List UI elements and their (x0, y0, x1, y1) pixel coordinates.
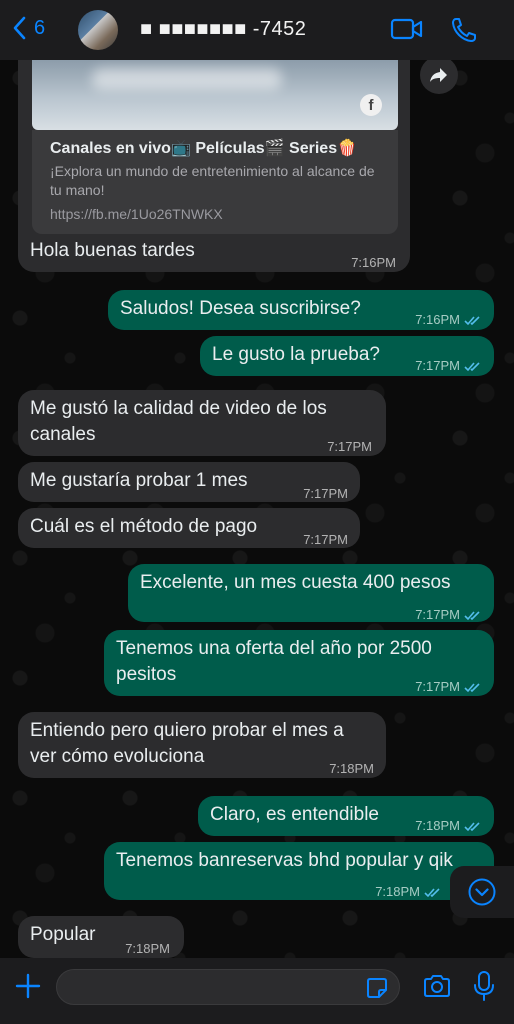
message-bubble[interactable]: Excelente, un mes cuesta 400 pesos 7:17P… (128, 564, 494, 622)
message-bubble[interactable]: Cuál es el método de pago 7:17PM (18, 508, 360, 548)
message-time: 7:17PM (303, 486, 348, 501)
message-time: 7:16PM (351, 255, 396, 270)
voice-call-button[interactable] (450, 16, 478, 49)
message-bubble: Hola buenas tardes 7:16PM (18, 234, 410, 272)
video-call-button[interactable] (390, 16, 424, 47)
read-ticks-icon (464, 315, 480, 325)
microphone-icon (474, 971, 494, 1001)
avatar[interactable] (78, 10, 118, 50)
message-time: 7:17PM (415, 358, 460, 373)
message-time: 7:17PM (327, 439, 372, 454)
link-preview-url[interactable]: https://fb.me/1Uo26TNWKX (50, 204, 380, 224)
forward-button[interactable] (420, 56, 458, 94)
attach-button[interactable] (14, 972, 42, 1005)
link-preview-title: Canales en vivo📺 Películas🎬 Series🍿 (50, 140, 358, 157)
link-preview-image[interactable]: f (32, 58, 398, 130)
voice-message-button[interactable] (472, 970, 496, 1007)
read-ticks-icon (464, 610, 480, 620)
message-time: 7:18PM (329, 761, 374, 776)
message-text: Excelente, un mes cuesta 400 pesos (140, 572, 451, 593)
link-preview-card[interactable]: Canales en vivo📺 Películas🎬 Series🍿 ¡Exp… (32, 130, 398, 234)
camera-button[interactable] (422, 974, 452, 1003)
plus-icon (15, 973, 41, 999)
video-call-icon (390, 18, 423, 40)
message-bubble[interactable]: Me gustó la calidad de video de los cana… (18, 390, 386, 456)
message-bubble[interactable]: Entiendo pero quiero probar el mes a ver… (18, 712, 386, 778)
facebook-icon: f (360, 94, 382, 116)
read-ticks-icon (424, 887, 440, 897)
message-time: 7:17PM (303, 532, 348, 547)
unread-count: 6 (34, 16, 46, 39)
composer-bar (0, 958, 514, 1024)
message-bubble[interactable]: Claro, es entendible 7:18PM (198, 796, 494, 836)
message-bubble[interactable]: Le gusto la prueba? 7:17PM (200, 336, 494, 376)
link-preview-description: ¡Explora un mundo de entretenimiento al … (50, 163, 375, 198)
scroll-to-bottom-button[interactable] (450, 866, 514, 918)
back-button[interactable]: 6 (12, 16, 45, 40)
sticker-icon (367, 978, 387, 998)
back-chevron-icon (13, 16, 26, 40)
message-bubble[interactable]: Tenemos banreservas bhd popular y qik 7:… (104, 842, 494, 900)
chat-header: 6 ■ ■■■■■■■ -7452 (0, 0, 514, 60)
message-bubble[interactable]: Saludos! Desea suscribirse? 7:16PM (108, 290, 494, 330)
message-time: 7:18PM (415, 818, 460, 833)
message-bubble[interactable]: Me gustaría probar 1 mes 7:17PM (18, 462, 360, 502)
message-time: 7:18PM (375, 884, 420, 899)
sticker-button[interactable] (365, 976, 389, 1005)
contact-title[interactable]: ■ ■■■■■■■ -7452 (140, 18, 306, 41)
read-ticks-icon (464, 361, 480, 371)
phone-icon (452, 18, 476, 42)
message-time: 7:17PM (415, 607, 460, 622)
message-time: 7:17PM (415, 679, 460, 694)
camera-icon (424, 975, 450, 997)
scroll-down-icon (468, 878, 496, 906)
message-bubble[interactable]: Popular 7:18PM (18, 916, 184, 958)
message-input[interactable] (56, 969, 400, 1005)
forward-icon (430, 68, 447, 82)
message-time: 7:16PM (415, 312, 460, 327)
message-bubble[interactable]: Tenemos una oferta del año por 2500 pesi… (104, 630, 494, 696)
read-ticks-icon (464, 682, 480, 692)
read-ticks-icon (464, 821, 480, 831)
message-text: Tenemos banreservas bhd popular y qik (116, 850, 453, 871)
